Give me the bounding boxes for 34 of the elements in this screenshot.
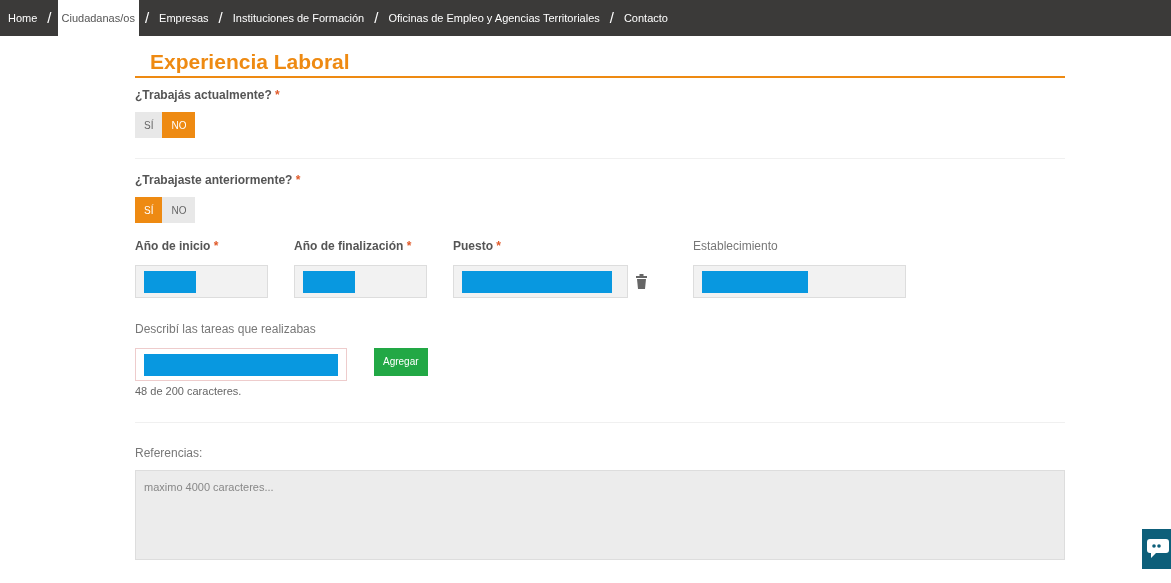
input-field[interactable] [294, 265, 427, 298]
field-label: Puesto * [453, 238, 503, 255]
nav-separator: / [608, 7, 615, 28]
trash-icon[interactable] [636, 274, 647, 289]
chat-bubble-icon [1147, 539, 1169, 559]
field-label: Establecimiento [693, 238, 779, 255]
chat-button[interactable] [1142, 529, 1171, 569]
nav-link[interactable]: Instituciones de Formación [228, 0, 369, 36]
field-label: Año de finalización * [294, 238, 413, 255]
input-field[interactable] [693, 265, 906, 298]
nav-link[interactable]: Home [4, 0, 42, 36]
input-field[interactable] [135, 265, 268, 298]
nav-link[interactable]: Ciudadanas/os [57, 0, 139, 36]
field-label: Describí las tareas que realizabas [135, 321, 317, 338]
toggle-option[interactable]: NO [162, 197, 196, 223]
nav-link[interactable]: Empresas [155, 0, 213, 36]
question-label: ¿Trabajaste anteriormente? * [135, 172, 302, 189]
nav-separator: / [373, 7, 380, 28]
nav-separator: / [217, 7, 224, 28]
field-label: Referencias: [135, 444, 204, 462]
field-label: Año de inicio * [135, 238, 220, 255]
nav-link[interactable]: Contacto [619, 0, 672, 36]
references-field[interactable]: maximo 4000 caracteres... [135, 469, 1065, 560]
nav-separator: / [46, 7, 53, 28]
input-field[interactable] [135, 348, 347, 381]
redaction-bar [303, 270, 355, 293]
character-counter: 48 de 200 caracteres. [135, 384, 243, 399]
toggle-option[interactable]: SÍ [135, 112, 163, 138]
input-field[interactable] [453, 265, 628, 298]
nav-separator: / [143, 7, 151, 28]
section-title: Experiencia Laboral [149, 49, 351, 75]
redaction-bar [144, 270, 196, 293]
nav-link[interactable]: Oficinas de Empleo y Agencias Territoriales [384, 0, 604, 36]
question-label: ¿Trabajás actualmente? * [135, 87, 281, 104]
